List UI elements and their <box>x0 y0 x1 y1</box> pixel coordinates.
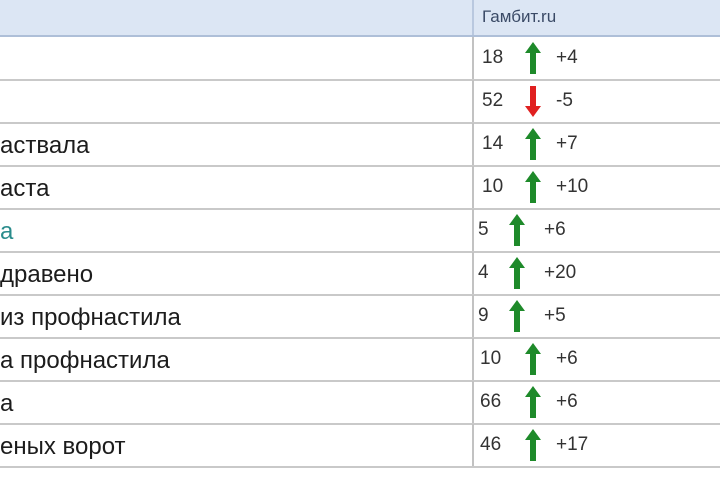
row-name: аста <box>0 175 50 202</box>
row-position: 66 <box>480 391 502 412</box>
arrow-up-icon <box>509 214 525 246</box>
table-row: еных ворот 46 +17 <box>0 424 720 468</box>
row-position: 10 <box>482 176 504 197</box>
table-row: дравено 4 +20 <box>0 252 720 296</box>
arrow-up-icon <box>525 42 541 74</box>
table-row: 52 -5 <box>0 80 720 124</box>
column-label-site: Гамбит.ru <box>482 7 557 26</box>
header-separator <box>472 0 474 35</box>
row-name: еных ворот <box>0 433 126 460</box>
column-separator <box>472 252 474 294</box>
arrow-down-icon <box>525 86 541 117</box>
row-name: из профнастила <box>0 304 181 331</box>
arrow-up-icon <box>525 128 541 160</box>
row-position: 18 <box>482 47 504 68</box>
row-position: 9 <box>478 305 489 326</box>
table-row: а профнастила 10 +6 <box>0 338 720 382</box>
arrow-up-icon <box>525 171 541 203</box>
row-change: +6 <box>556 391 578 412</box>
ranking-table: Гамбит.ru 18 +4 52 -5 аствала 14 +7 аста 10 +10 a 5… <box>0 0 720 480</box>
column-separator <box>472 381 474 423</box>
row-position: 52 <box>482 90 504 111</box>
column-separator <box>472 209 474 251</box>
row-name: дравено <box>0 261 94 288</box>
arrow-up-icon <box>525 429 541 461</box>
row-change: +4 <box>556 47 578 68</box>
column-separator <box>472 37 474 79</box>
arrow-up-icon <box>525 343 541 375</box>
row-position: 46 <box>480 434 502 455</box>
row-name: a <box>0 218 14 245</box>
row-change: +6 <box>556 348 578 369</box>
row-name: а профнастила <box>0 347 170 374</box>
row-change: +7 <box>556 133 578 154</box>
row-change: +6 <box>544 219 566 240</box>
column-separator <box>472 295 474 337</box>
column-separator <box>472 123 474 165</box>
column-separator <box>472 338 474 380</box>
column-separator <box>472 166 474 208</box>
row-position: 10 <box>480 348 502 369</box>
arrow-up-icon <box>509 300 525 332</box>
table-header: Гамбит.ru <box>0 0 720 37</box>
table-row: аста 10 +10 <box>0 166 720 210</box>
row-change: -5 <box>556 90 573 111</box>
table-row: a 5 +6 <box>0 209 720 253</box>
table-row: 18 +4 <box>0 37 720 81</box>
row-name: аствала <box>0 132 90 159</box>
column-separator <box>472 80 474 122</box>
row-change: +10 <box>556 176 589 197</box>
arrow-up-icon <box>525 386 541 418</box>
table-row: из профнастила 9 +5 <box>0 295 720 339</box>
row-change: +5 <box>544 305 566 326</box>
row-position: 4 <box>478 262 489 283</box>
row-name: а <box>0 390 14 417</box>
row-change: +20 <box>544 262 577 283</box>
row-position: 14 <box>482 133 504 154</box>
row-change: +17 <box>556 434 589 455</box>
table-row: а 66 +6 <box>0 381 720 425</box>
column-separator <box>472 424 474 466</box>
row-position: 5 <box>478 219 489 240</box>
table-row: аствала 14 +7 <box>0 123 720 167</box>
arrow-up-icon <box>509 257 525 289</box>
